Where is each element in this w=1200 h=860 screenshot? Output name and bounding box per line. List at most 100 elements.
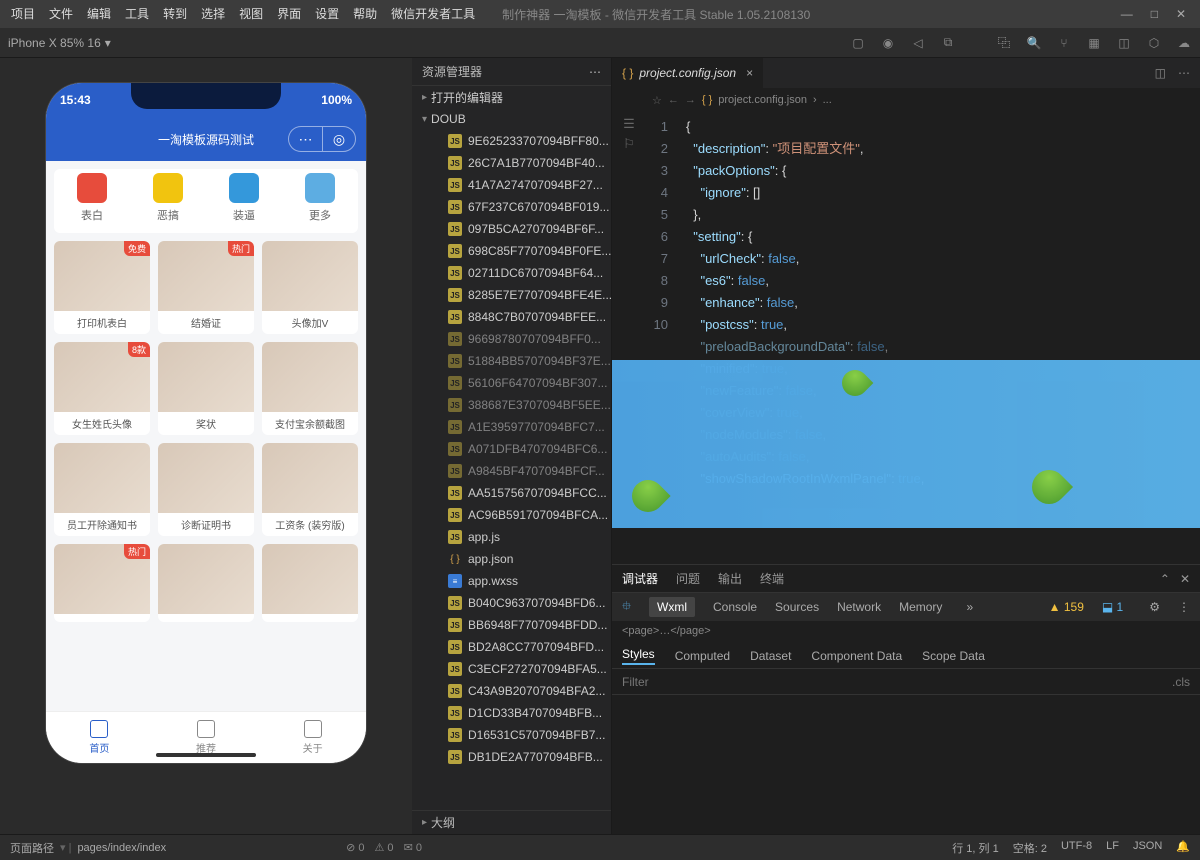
forward-icon[interactable]: → [685, 94, 696, 106]
file-item[interactable]: JS8848C7B0707094BFEE... [412, 306, 611, 328]
file-item[interactable]: JSD1CD33B4707094BFB... [412, 702, 611, 724]
bell-icon[interactable]: 🔔 [1176, 840, 1190, 856]
debug-tab[interactable]: 问题 [676, 570, 700, 587]
gear-icon[interactable]: ⚙ [1149, 600, 1160, 614]
file-item[interactable]: JSBB6948F7707094BFDD... [412, 614, 611, 636]
back-icon[interactable]: ← [668, 94, 679, 106]
status-item[interactable]: UTF-8 [1061, 840, 1092, 856]
files-icon[interactable]: ⿻ [996, 34, 1012, 51]
file-item[interactable]: JS41A7A274707094BF27... [412, 174, 611, 196]
menu-选择[interactable]: 选择 [194, 0, 232, 28]
split-icon[interactable]: ◫ [1155, 66, 1166, 80]
status-item[interactable]: 空格: 2 [1013, 840, 1047, 856]
more-icon[interactable]: ⋯ [1178, 66, 1190, 80]
file-item[interactable]: JS56106F64707094BF307... [412, 372, 611, 394]
page-path-value[interactable]: pages/index/index [77, 842, 166, 854]
file-item[interactable]: JSapp.js [412, 526, 611, 548]
layout-icon[interactable]: ◫ [1116, 36, 1132, 50]
category-item[interactable]: 表白 [77, 173, 107, 223]
file-item[interactable]: JS097B5CA2707094BF6F... [412, 218, 611, 240]
devtool-tab[interactable]: Network [837, 600, 881, 614]
file-item[interactable]: JSDB1DE2A7707094BFB... [412, 746, 611, 768]
search-icon[interactable]: 🔍 [1026, 36, 1042, 50]
menu-视图[interactable]: 视图 [232, 0, 270, 28]
capsule-menu-icon[interactable]: ⋯ [288, 126, 322, 152]
debug-tab[interactable]: 终端 [760, 570, 784, 587]
file-item[interactable]: JSAC96B591707094BFCA... [412, 504, 611, 526]
menu-界面[interactable]: 界面 [270, 0, 308, 28]
open-editors-section[interactable]: ▸打开的编辑器 [412, 86, 611, 108]
file-item[interactable]: { }app.json [412, 548, 611, 570]
file-item[interactable]: JS67F237C6707094BF019... [412, 196, 611, 218]
outline-section[interactable]: ▸大纲 [412, 810, 611, 834]
file-item[interactable]: JSBD2A8CC7707094BFD... [412, 636, 611, 658]
bug-icon[interactable]: ⬡ [1146, 36, 1162, 50]
file-item[interactable]: JS51884BB5707094BF37E... [412, 350, 611, 372]
close-icon[interactable]: ✕ [1176, 7, 1186, 21]
file-item[interactable]: JS96698780707094BFF0... [412, 328, 611, 350]
devtool-tab[interactable]: Console [713, 600, 757, 614]
file-item[interactable]: JSAA515756707094BFCC... [412, 482, 611, 504]
template-card[interactable]: 头像加V [262, 241, 358, 334]
panel-close-icon[interactable]: ✕ [1180, 572, 1190, 586]
menu-编辑[interactable]: 编辑 [80, 0, 118, 28]
menu-项目[interactable]: 项目 [4, 0, 42, 28]
template-card[interactable]: 工资条 (装穷版) [262, 443, 358, 536]
template-card[interactable]: 热门 [54, 544, 150, 622]
device-selector[interactable]: iPhone X 85% 16▾ [8, 36, 111, 50]
fold-icon[interactable]: ☰ [623, 116, 635, 132]
cls-button[interactable]: .cls [1172, 675, 1190, 689]
template-card[interactable] [158, 544, 254, 622]
chevron-up-icon[interactable]: ⌃ [1160, 572, 1170, 586]
error-icon[interactable]: ⊘ 0 [346, 841, 364, 854]
maximize-icon[interactable]: □ [1151, 7, 1158, 21]
file-item[interactable]: JSC3ECF272707094BFA5... [412, 658, 611, 680]
template-card[interactable]: 8款女生姓氏头像 [54, 342, 150, 435]
template-card[interactable]: 热门结婚证 [158, 241, 254, 334]
filter-input[interactable]: Filter [622, 675, 649, 689]
capsule-close-icon[interactable]: ◎ [322, 126, 356, 152]
file-item[interactable]: JS26C7A1B7707094BF40... [412, 152, 611, 174]
tabbar-item[interactable]: 推荐 [196, 720, 216, 755]
style-tab[interactable]: Scope Data [922, 649, 985, 663]
menu-工具[interactable]: 工具 [118, 0, 156, 28]
file-item[interactable]: JSA1E39597707094BFC7... [412, 416, 611, 438]
tabbar-item[interactable]: 关于 [303, 720, 323, 755]
devtool-tab[interactable]: Wxml [649, 597, 695, 617]
style-tab[interactable]: Component Data [811, 649, 902, 663]
tablet-icon[interactable]: ▢ [850, 36, 866, 50]
template-card[interactable] [262, 544, 358, 622]
template-card[interactable]: 奖状 [158, 342, 254, 435]
style-tab[interactable]: Styles [622, 647, 655, 665]
branch-icon[interactable]: ⑂ [1056, 36, 1072, 50]
style-tab[interactable]: Computed [675, 649, 730, 663]
style-tab[interactable]: Dataset [750, 649, 791, 663]
breadcrumb[interactable]: ☆ ← → { } project.config.json›... [612, 88, 1200, 112]
file-item[interactable]: JS8285E7E7707094BFE4E... [412, 284, 611, 306]
message-icon[interactable]: ✉ 0 [404, 841, 422, 854]
file-item[interactable]: JS698C85F7707094BF0FE... [412, 240, 611, 262]
bookmark-icon[interactable]: ☆ [652, 94, 662, 107]
page-path-label[interactable]: 页面路径 [10, 840, 54, 856]
cloud-icon[interactable]: ☁ [1176, 36, 1192, 50]
debug-tab[interactable]: 调试器 [622, 570, 658, 587]
warning-icon[interactable]: ⚠ 0 [375, 841, 394, 854]
template-card[interactable]: 免费打印机表白 [54, 241, 150, 334]
tabbar-item[interactable]: 首页 [89, 720, 109, 755]
record-icon[interactable]: ◉ [880, 36, 896, 50]
status-item[interactable]: LF [1106, 840, 1119, 856]
devtool-tab[interactable]: Sources [775, 600, 819, 614]
mute-icon[interactable]: ◁ [910, 36, 926, 50]
warning-badge[interactable]: ▲ 159 [1049, 600, 1084, 614]
status-item[interactable]: JSON [1133, 840, 1162, 856]
status-item[interactable]: 行 1, 列 1 [952, 840, 998, 856]
category-item[interactable]: 更多 [305, 173, 335, 223]
menu-文件[interactable]: 文件 [42, 0, 80, 28]
category-item[interactable]: 装逼 [229, 173, 259, 223]
more-tabs-icon[interactable]: » [966, 600, 973, 614]
minimize-icon[interactable]: — [1121, 7, 1133, 21]
more-icon[interactable]: ⋯ [589, 65, 601, 79]
info-badge[interactable]: ⬓ 1 [1102, 600, 1123, 614]
file-item[interactable]: JSA071DFB4707094BFC6... [412, 438, 611, 460]
file-item[interactable]: ≡app.wxss [412, 570, 611, 592]
